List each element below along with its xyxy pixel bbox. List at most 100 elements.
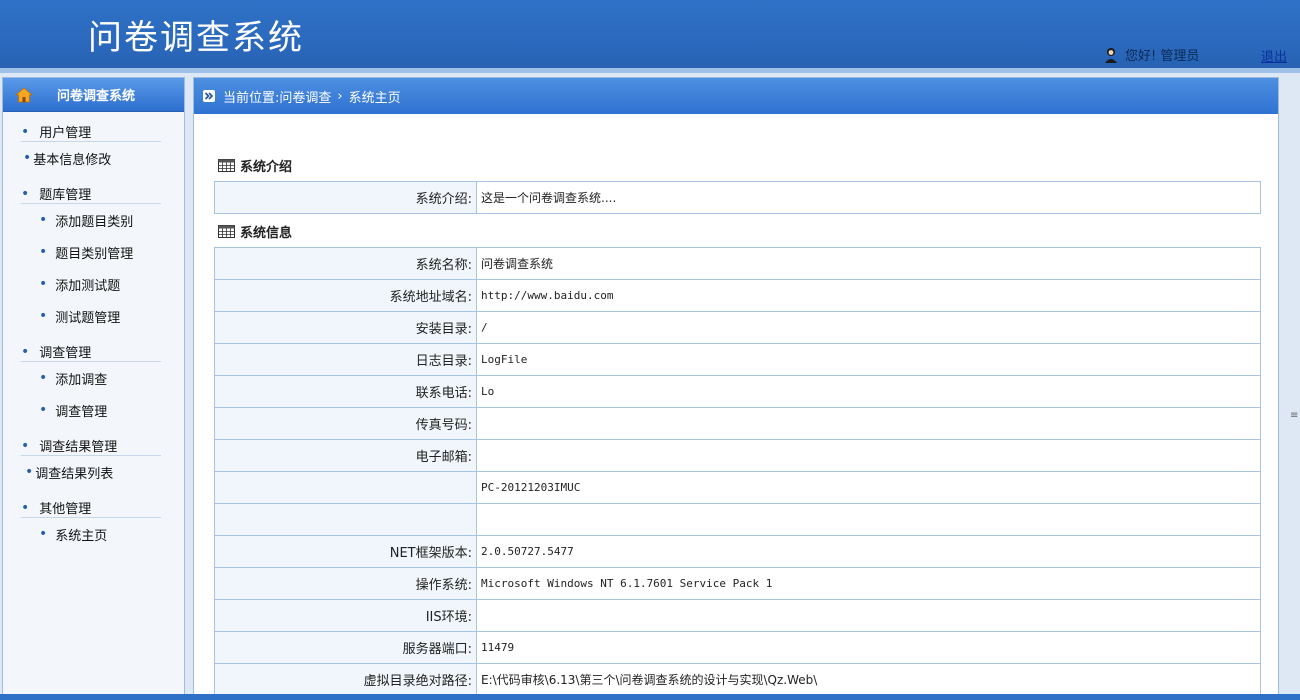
bullet-icon: • xyxy=(21,185,30,202)
breadcrumb-separator: › xyxy=(337,88,343,104)
row-label: 虚拟目录绝对路径: xyxy=(214,663,477,696)
bullet-icon: • xyxy=(23,150,32,166)
nav-item-category-manage[interactable]: • 题目类别管理 xyxy=(21,236,184,268)
nav-group-title[interactable]: • 调查管理 xyxy=(21,342,161,362)
row-value: 问卷调查系统 xyxy=(476,247,1261,280)
table-row: 操作系统: Microsoft Windows NT 6.1.7601 Servi… xyxy=(214,567,1261,600)
breadcrumb-parent[interactable]: 问卷调查 xyxy=(279,87,331,106)
double-chevron-icon xyxy=(203,90,215,102)
logout-link[interactable]: 退出 xyxy=(1261,46,1287,65)
table-row: 日志目录: LogFile xyxy=(214,343,1261,376)
bullet-icon: • xyxy=(39,276,48,292)
row-value xyxy=(476,503,1261,536)
nav-group-title[interactable]: • 用户管理 xyxy=(21,122,161,142)
table-row: 电子邮箱: xyxy=(214,439,1261,472)
nav-group-results: • 调查结果管理 • 调查结果列表 xyxy=(21,436,184,488)
bottom-bar xyxy=(0,694,1300,700)
sidebar: 问卷调查系统 • 用户管理 • 基本信息修改 • 题库管理 • 添加题目类别 • 题目类别… xyxy=(2,77,185,700)
row-value: Lo xyxy=(476,375,1261,408)
row-value: LogFile xyxy=(476,343,1261,376)
sidebar-title: 问卷调查系统 xyxy=(57,89,136,104)
nav-item-question-manage[interactable]: • 测试题管理 xyxy=(21,300,184,332)
nav-item-add-question[interactable]: • 添加测试题 xyxy=(21,268,184,300)
bullet-icon: • xyxy=(39,402,48,418)
nav-group-survey: • 调查管理 • 添加调查 • 调查管理 xyxy=(21,342,184,426)
row-value: / xyxy=(476,311,1261,344)
section-title-intro: 系统介绍 xyxy=(218,156,292,175)
table-row xyxy=(214,503,1261,536)
breadcrumb-prefix: 当前位置: xyxy=(223,90,280,106)
header-bar: 问卷调查系统 您好! 管理员 退出 xyxy=(0,0,1300,70)
table-row: IIS环境: xyxy=(214,599,1261,632)
row-label xyxy=(214,503,477,536)
bullet-icon: • xyxy=(39,308,48,324)
row-label: 传真号码: xyxy=(214,407,477,440)
bullet-icon: • xyxy=(21,499,30,516)
nav-item-add-survey[interactable]: • 添加调查 xyxy=(21,362,184,394)
row-label: 电子邮箱: xyxy=(214,439,477,472)
row-value: http://www.baidu.com xyxy=(476,279,1261,312)
row-label: 安装目录: xyxy=(214,311,477,344)
row-value xyxy=(476,439,1261,472)
row-value: 这是一个问卷调查系统.... xyxy=(476,181,1261,214)
greeting-text: 您好! 管理员 xyxy=(1125,49,1200,64)
bullet-icon: • xyxy=(39,212,48,228)
table-row: NET框架版本: 2.0.50727.5477 xyxy=(214,535,1261,568)
row-label: 操作系统: xyxy=(214,567,477,600)
row-value: 11479 xyxy=(476,631,1261,664)
home-icon xyxy=(15,86,33,102)
table-icon xyxy=(218,225,235,238)
row-label xyxy=(214,471,477,504)
table-row: 服务器端口: 11479 xyxy=(214,631,1261,664)
breadcrumb: 当前位置: 问卷调查 › 系统主页 xyxy=(194,78,1278,114)
nav-group-other: • 其他管理 • 系统主页 xyxy=(21,498,184,550)
bullet-icon: • xyxy=(39,526,48,542)
table-row: 系统地址域名: http://www.baidu.com xyxy=(214,279,1261,312)
row-label: 日志目录: xyxy=(214,343,477,376)
nav-item-survey-manage[interactable]: • 调查管理 xyxy=(21,394,184,426)
table-row: 系统介绍: 这是一个问卷调查系统.... xyxy=(214,181,1261,214)
nav-item-basic-info[interactable]: • 基本信息修改 xyxy=(21,142,184,174)
bullet-icon: • xyxy=(25,464,34,480)
row-label: 服务器端口: xyxy=(214,631,477,664)
nav-group-user: • 用户管理 • 基本信息修改 xyxy=(21,122,184,174)
nav-group-question-bank: • 题库管理 • 添加题目类别 • 题目类别管理 • 添加测试题 • 测试题管理 xyxy=(21,184,184,332)
table-row: 安装目录: / xyxy=(214,311,1261,344)
table-icon xyxy=(218,159,235,172)
nav-group-title[interactable]: • 其他管理 xyxy=(21,498,161,518)
table-row: 传真号码: xyxy=(214,407,1261,440)
row-label: IIS环境: xyxy=(214,599,477,632)
header-divider xyxy=(0,68,1300,73)
nav-item-home[interactable]: • 系统主页 xyxy=(21,518,184,550)
row-value: 2.0.50727.5477 xyxy=(476,535,1261,568)
table-row: 联系电话: Lo xyxy=(214,375,1261,408)
scroll-grip-icon[interactable]: ≡ xyxy=(1290,410,1298,421)
bullet-icon: • xyxy=(21,123,30,140)
row-label: 系统名称: xyxy=(214,247,477,280)
row-label: NET框架版本: xyxy=(214,535,477,568)
user-greeting: 您好! 管理员 xyxy=(1103,45,1199,64)
row-label: 系统地址域名: xyxy=(214,279,477,312)
nav-group-title[interactable]: • 题库管理 xyxy=(21,184,161,204)
user-icon xyxy=(1105,47,1117,63)
row-value xyxy=(476,407,1261,440)
row-value: PC-20121203IMUC xyxy=(476,471,1261,504)
row-label: 系统介绍: xyxy=(214,181,477,214)
breadcrumb-current: 系统主页 xyxy=(348,90,401,106)
bullet-icon: • xyxy=(39,370,48,386)
nav-item-add-category[interactable]: • 添加题目类别 xyxy=(21,204,184,236)
row-label: 联系电话: xyxy=(214,375,477,408)
row-value xyxy=(476,599,1261,632)
table-row: 系统名称: 问卷调查系统 xyxy=(214,247,1261,280)
main-panel: 当前位置: 问卷调查 › 系统主页 系统介绍 系统介绍: 这是一个问卷调查系统.… xyxy=(193,77,1279,700)
nav-item-result-list[interactable]: • 调查结果列表 xyxy=(21,456,184,488)
nav-group-title[interactable]: • 调查结果管理 xyxy=(21,436,161,456)
section-title-sysinfo: 系统信息 xyxy=(218,222,292,241)
intro-table: 系统介绍: 这是一个问卷调查系统.... xyxy=(214,181,1261,214)
bullet-icon: • xyxy=(39,244,48,260)
table-row: PC-20121203IMUC xyxy=(214,471,1261,504)
sidebar-header: 问卷调查系统 xyxy=(3,78,184,112)
app-title: 问卷调查系统 xyxy=(88,18,304,58)
sysinfo-table: 系统名称: 问卷调查系统 系统地址域名: http://www.baidu.com … xyxy=(214,247,1261,696)
row-value: Microsoft Windows NT 6.1.7601 Service Pa… xyxy=(476,567,1261,600)
